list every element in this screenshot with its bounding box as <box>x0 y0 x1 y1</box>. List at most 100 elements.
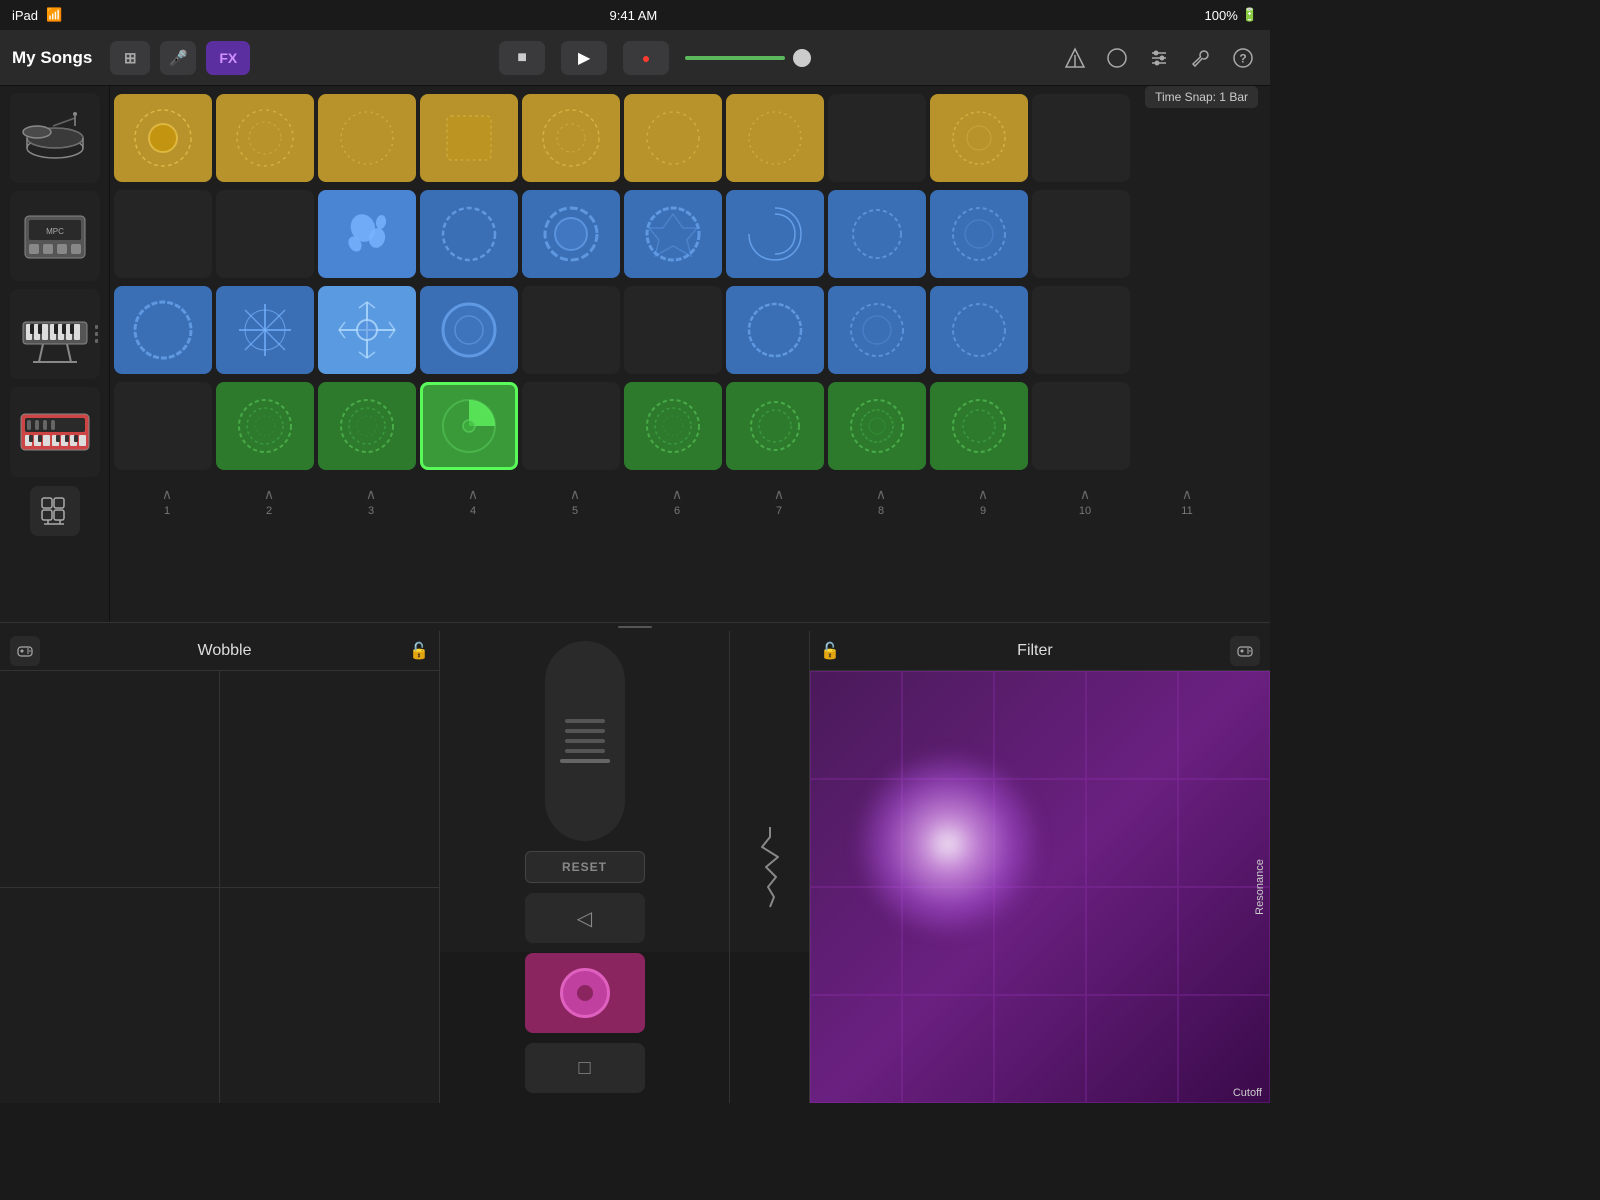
grid-cell-3-6[interactable] <box>624 286 722 374</box>
mic-button[interactable]: 🎤 <box>160 41 196 75</box>
grid-cell-2-5[interactable] <box>522 190 620 278</box>
grid-cell-4-6[interactable] <box>624 382 722 470</box>
grid-cell-4-10[interactable] <box>1032 382 1130 470</box>
wrench-button[interactable] <box>1186 43 1216 73</box>
playhead-cell-10[interactable]: ∧ 10 <box>1036 481 1134 521</box>
scene-grid-icon <box>40 496 70 526</box>
grid-cell-2-7[interactable] <box>726 190 824 278</box>
help-icon: ? <box>1232 47 1254 69</box>
grid-cell-4-8[interactable] <box>828 382 926 470</box>
grid-cell-1-5[interactable] <box>522 94 620 182</box>
reset-button[interactable]: RESET <box>525 851 645 883</box>
grid-cell-3-3[interactable] <box>318 286 416 374</box>
grid-cell-1-10[interactable] <box>1032 94 1130 182</box>
filter-body[interactable]: Cutoff Resonance <box>810 671 1270 1103</box>
record-button[interactable]: ● <box>623 41 669 75</box>
filter-lock-icon[interactable]: 🔓 <box>820 641 840 661</box>
grid-cell-2-3[interactable] <box>318 190 416 278</box>
grid-cell-3-5[interactable] <box>522 286 620 374</box>
grid-cell-3-7[interactable] <box>726 286 824 374</box>
stop-button[interactable]: ■ <box>499 41 545 75</box>
grid-cell-1-9[interactable] <box>930 94 1028 182</box>
filter-title: Filter <box>848 642 1222 660</box>
grid-cell-2-8[interactable] <box>828 190 926 278</box>
play-button[interactable]: ▶ <box>561 41 607 75</box>
grid-cell-1-2[interactable] <box>216 94 314 182</box>
grid-cell-2-1[interactable] <box>114 190 212 278</box>
grid-cell-4-9[interactable] <box>930 382 1028 470</box>
battery-label: 100% <box>1205 8 1238 23</box>
volume-knob[interactable] <box>793 49 811 67</box>
grid-cell-4-5[interactable] <box>522 382 620 470</box>
squares-button[interactable]: ⊞ <box>110 41 150 75</box>
playhead-arrow-10: ∧ <box>1080 486 1090 503</box>
metronome-button[interactable] <box>1060 43 1090 73</box>
back-button[interactable]: ◁ <box>525 893 645 943</box>
grid-cell-4-2[interactable] <box>216 382 314 470</box>
bottom-panel: Wobble 🔓 <box>0 622 1270 952</box>
sidebar-item-drums[interactable] <box>10 93 100 183</box>
grid-cell-3-9[interactable] <box>930 286 1028 374</box>
grid-cell-1-8[interactable] <box>828 94 926 182</box>
grid-cell-1-7[interactable] <box>726 94 824 182</box>
playhead-cell-5[interactable]: ∧ 5 <box>526 481 624 521</box>
wobble-q1[interactable] <box>0 671 219 887</box>
col-number-6: 6 <box>674 505 680 517</box>
wrench-icon <box>1190 47 1212 69</box>
scene-grid-button[interactable] <box>30 486 80 536</box>
playhead-cell-3[interactable]: ∧ 3 <box>322 481 420 521</box>
grid-cell-3-8[interactable] <box>828 286 926 374</box>
ipad-label: iPad <box>12 8 38 23</box>
playhead-cell-11[interactable]: ∧ 11 <box>1138 481 1236 521</box>
playhead-cell-9[interactable]: ∧ 9 <box>934 481 1032 521</box>
sidebar-item-machine[interactable]: MPC <box>10 191 100 281</box>
grid-cell-2-6[interactable] <box>624 190 722 278</box>
stop-visual-button[interactable]: □ <box>525 1043 645 1093</box>
grid-cell-1-3[interactable] <box>318 94 416 182</box>
grid-cell-2-9[interactable] <box>930 190 1028 278</box>
grid-cell-4-3[interactable] <box>318 382 416 470</box>
grid-cell-1-1[interactable] <box>114 94 212 182</box>
grid-cell-4-1[interactable] <box>114 382 212 470</box>
mixer-button[interactable] <box>1144 43 1174 73</box>
wobble-q3[interactable] <box>0 888 219 1104</box>
grid-cell-2-4[interactable] <box>420 190 518 278</box>
wobble-q4[interactable] <box>220 888 439 1104</box>
record-visual[interactable] <box>525 953 645 1033</box>
grid-cell-3-10[interactable] <box>1032 286 1130 374</box>
col-number-3: 3 <box>368 505 374 517</box>
col-number-5: 5 <box>572 505 578 517</box>
filter-grid-cell-3 <box>994 671 1086 779</box>
playhead-cell-4[interactable]: ∧ 4 <box>424 481 522 521</box>
playhead-cell-1[interactable]: ∧ 1 <box>118 481 216 521</box>
help-button[interactable]: ? <box>1228 43 1258 73</box>
grid-cell-1-6[interactable] <box>624 94 722 182</box>
playhead-cell-8[interactable]: ∧ 8 <box>832 481 930 521</box>
grid-cell-4-7[interactable] <box>726 382 824 470</box>
playhead-cell-6[interactable]: ∧ 6 <box>628 481 726 521</box>
grid-cell-3-2[interactable] <box>216 286 314 374</box>
grid-cell-2-2[interactable] <box>216 190 314 278</box>
left-slider[interactable] <box>545 641 625 841</box>
drag-handle[interactable] <box>0 623 1270 631</box>
sidebar-item-synth[interactable] <box>10 387 100 477</box>
waveform-icon <box>740 817 800 917</box>
wobble-q2[interactable] <box>220 671 439 887</box>
slider-area <box>545 641 625 841</box>
playhead-cell-2[interactable]: ∧ 2 <box>220 481 318 521</box>
sidebar-item-keyboard[interactable] <box>10 289 100 379</box>
chat-button[interactable] <box>1102 43 1132 73</box>
machine-thumbnail: MPC <box>15 196 95 276</box>
grid-cell-1-4[interactable] <box>420 94 518 182</box>
fx-button[interactable]: FX <box>206 41 250 75</box>
volume-bar[interactable] <box>685 56 785 60</box>
grid-cell-2-10[interactable] <box>1032 190 1130 278</box>
wobble-settings-button[interactable] <box>10 636 40 666</box>
filter-settings-button[interactable] <box>1230 636 1260 666</box>
grid-cell-3-1[interactable] <box>114 286 212 374</box>
wobble-lock-icon[interactable]: 🔓 <box>409 641 429 661</box>
playhead-cell-7[interactable]: ∧ 7 <box>730 481 828 521</box>
grid-cell-4-4[interactable] <box>420 382 518 470</box>
grid-cell-3-4[interactable] <box>420 286 518 374</box>
synth-thumbnail <box>15 392 95 472</box>
